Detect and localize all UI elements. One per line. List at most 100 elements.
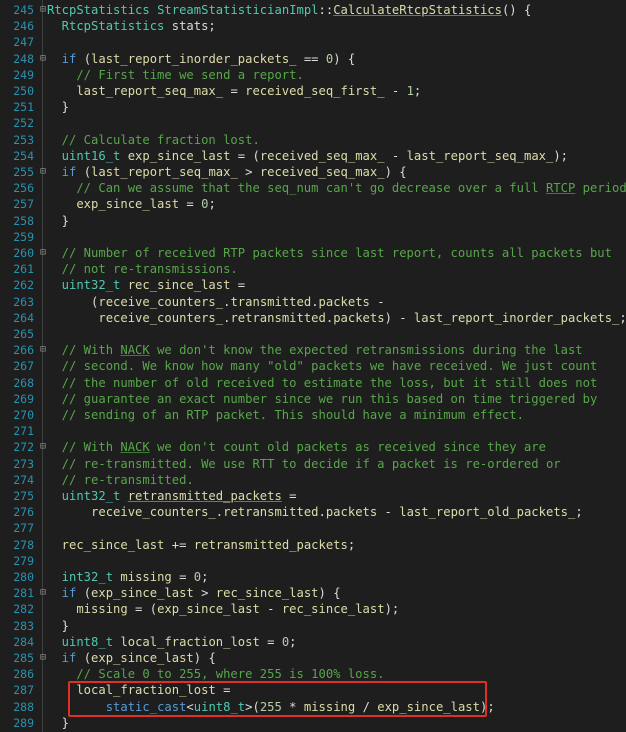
line-number: 252	[13, 116, 34, 131]
code-line[interactable]: 271	[0, 423, 626, 439]
code-line[interactable]: 247	[0, 34, 626, 50]
code-token: .	[215, 505, 224, 520]
code-line[interactable]: 263 (receive_counters_.transmitted.packe…	[0, 294, 626, 310]
code-line[interactable]: 277	[0, 520, 626, 536]
code-token: // not re-transmissions.	[47, 262, 238, 277]
code-token: receive_counters_	[47, 310, 224, 325]
line-number: 246	[13, 19, 34, 34]
code-line[interactable]: 259	[0, 229, 626, 245]
code-token: packets	[318, 294, 370, 309]
code-line[interactable]: 282 missing = (exp_since_last - rec_sinc…	[0, 601, 626, 617]
code-editor[interactable]: 245 ⊟ RtcpStatistics StreamStatisticianImp…	[0, 0, 626, 732]
code-line[interactable]: 283 }	[0, 618, 626, 634]
code-line[interactable]: 281 ⊟ if (exp_since_last > rec_since_last…	[0, 585, 626, 601]
code-text: if (exp_since_last) {	[47, 650, 216, 666]
code-line[interactable]: 258 }	[0, 213, 626, 229]
code-line[interactable]: 256 // Can we assume that the seq_num ca…	[0, 180, 626, 196]
code-line[interactable]: 253 // Calculate fraction lost.	[0, 132, 626, 148]
code-token: exp_since_last	[91, 586, 194, 601]
code-line[interactable]: 255 ⊟ if (last_report_seq_max_ > received…	[0, 164, 626, 180]
code-line[interactable]: 249 // First time we send a report.	[0, 67, 626, 83]
code-line[interactable]: 275 uint32_t retransmitted_packets =	[0, 488, 626, 504]
code-line[interactable]: 285 ⊟ if (exp_since_last) {	[0, 650, 626, 666]
code-token: ) -	[384, 310, 414, 325]
code-line[interactable]: 269 // guarantee an exact number since w…	[0, 391, 626, 407]
code-text: // Number of received RTP packets since …	[47, 245, 612, 261]
line-number: 277	[13, 521, 34, 536]
line-number: 274	[13, 472, 34, 487]
code-token: }	[47, 715, 70, 730]
code-token: ) {	[384, 165, 407, 179]
code-token: receive_counters_	[98, 294, 224, 309]
code-line[interactable]: 245 ⊟ RtcpStatistics StreamStatisticianImp…	[0, 2, 626, 18]
code-token: we don't count old packets as received s…	[149, 440, 546, 455]
code-token: period?	[582, 181, 626, 196]
line-number: 281	[13, 586, 34, 601]
code-line[interactable]: 268 // the number of old received to est…	[0, 375, 626, 391]
code-token: }	[47, 618, 70, 633]
code-line[interactable]: 252	[0, 115, 626, 131]
code-token: () {	[501, 3, 532, 17]
code-line[interactable]: 278 rec_since_last += retransmitted_pack…	[0, 537, 626, 553]
code-line[interactable]: 276 receive_counters_.retransmitted.pack…	[0, 504, 626, 520]
code-line[interactable]: 284 uint8_t local_fraction_lost = 0;	[0, 634, 626, 650]
code-text: }	[47, 213, 69, 229]
code-token: // Can we assume that the seq_num can't …	[47, 181, 546, 196]
code-line[interactable]: 279	[0, 553, 626, 569]
code-line[interactable]: 251 }	[0, 99, 626, 115]
code-line[interactable]: 246 RtcpStatistics stats;	[0, 18, 626, 34]
code-token: missing	[120, 570, 172, 584]
code-token: // guarantee an exact number since we ru…	[47, 391, 598, 406]
code-token: .	[318, 505, 326, 520]
code-token: =	[281, 489, 297, 503]
line-number: 269	[13, 391, 34, 406]
code-token: exp_since_last	[91, 651, 194, 665]
code-text: // First time we send a report.	[47, 67, 304, 83]
code-text: // second. We know how many "old" packet…	[47, 358, 598, 374]
code-text: // Can we assume that the seq_num can't …	[47, 180, 626, 196]
code-text: rec_since_last += retransmitted_packets;	[47, 537, 356, 553]
code-text: receive_counters_.retransmitted.packets …	[47, 504, 583, 520]
code-line[interactable]: 264 receive_counters_.retransmitted.pack…	[0, 310, 626, 326]
code-line[interactable]: 257 exp_since_last = 0;	[0, 196, 626, 212]
code-line[interactable]: 260 ⊟ // Number of received RTP packets s…	[0, 245, 626, 261]
code-line[interactable]: 270 // sending of an RTP packet. This sh…	[0, 407, 626, 423]
line-number: 249	[13, 67, 34, 82]
line-number: 248	[13, 51, 34, 66]
code-line[interactable]: 265	[0, 326, 626, 342]
code-line[interactable]: 289 }	[0, 715, 626, 731]
code-line[interactable]: 274 // re-transmitted.	[0, 472, 626, 488]
code-line[interactable]: 286 // Scale 0 to 255, where 255 is 100%…	[0, 666, 626, 682]
code-line[interactable]: 254 uint16_t exp_since_last = (received_…	[0, 148, 626, 164]
code-line[interactable]: 272 ⊟ // With NACK we don't count old pac…	[0, 439, 626, 455]
code-token: RtcpStatistics	[47, 3, 150, 17]
code-line[interactable]: 273 // re-transmitted. We use RTT to dec…	[0, 456, 626, 472]
code-line[interactable]: 261 // not re-transmissions.	[0, 261, 626, 277]
code-line[interactable]: 250 last_report_seq_max_ = received_seq_…	[0, 83, 626, 99]
code-token: ) {	[193, 651, 216, 665]
code-line[interactable]: 266 ⊟ // With NACK we don't know the expe…	[0, 342, 626, 358]
code-line[interactable]: 267 // second. We know how many "old" pa…	[0, 358, 626, 374]
code-token: if	[47, 651, 77, 665]
code-token: NACK	[120, 343, 150, 358]
code-line[interactable]: 262 uint32_t rec_since_last =	[0, 277, 626, 293]
line-number: 282	[13, 602, 34, 617]
code-token: =	[171, 570, 194, 584]
code-token: 1	[406, 84, 414, 98]
code-token: // First time we send a report.	[47, 67, 304, 82]
code-token: (	[76, 586, 92, 601]
code-line[interactable]: 280 int32_t missing = 0;	[0, 569, 626, 585]
line-number: 270	[13, 408, 34, 422]
line-number: 289	[13, 715, 34, 730]
code-token: missing	[47, 602, 128, 617]
line-number: 275	[13, 489, 34, 503]
code-text: uint16_t exp_since_last = (received_seq_…	[47, 148, 568, 164]
code-line[interactable]: 248 ⊟ if (last_report_inorder_packets_ ==…	[0, 51, 626, 67]
code-token: -	[384, 148, 407, 163]
line-number: 259	[13, 229, 34, 244]
code-token: uint8_t	[47, 634, 114, 649]
code-token: ;	[201, 570, 209, 584]
